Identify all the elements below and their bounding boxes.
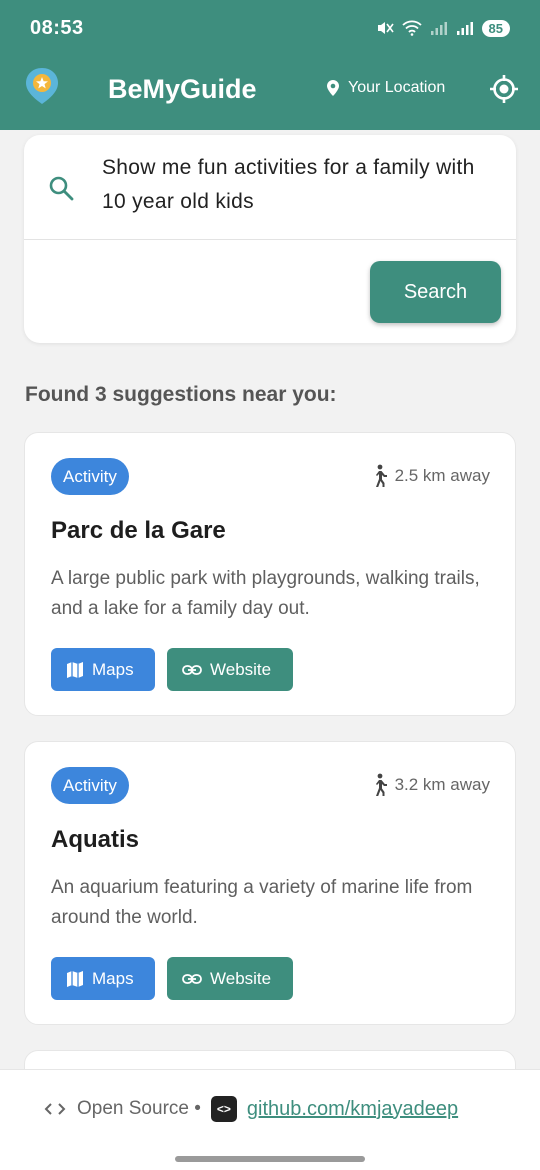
walking-icon — [375, 464, 387, 487]
search-row: Show me fun activities for a family with… — [24, 135, 516, 240]
search-input[interactable]: Show me fun activities for a family with… — [102, 151, 502, 227]
app-bar: BeMyGuide Your Location — [0, 56, 540, 130]
app-title: BeMyGuide — [108, 74, 257, 104]
maps-label: Maps — [92, 968, 134, 988]
footer-row: Open Source • <> github.com/kmjayadeep — [43, 1096, 458, 1122]
crosshair-icon[interactable] — [488, 73, 520, 105]
place-title: Parc de la Gare — [51, 517, 226, 544]
distance-label: 2.5 km away — [394, 466, 490, 485]
location-selector[interactable]: Your Location — [326, 79, 445, 97]
status-bar: 08:53 85 — [0, 0, 540, 56]
github-link[interactable]: github.com/kmjayadeep — [247, 1098, 458, 1121]
distance-info: 2.5 km away — [371, 464, 490, 488]
search-card: Show me fun activities for a family with… — [24, 135, 516, 343]
website-label: Website — [210, 659, 272, 679]
walking-icon — [375, 773, 387, 796]
mute-icon — [377, 22, 394, 34]
code-brackets-icon — [44, 1103, 66, 1115]
battery-indicator: 85 — [481, 19, 510, 37]
status-icons: 85 — [376, 19, 510, 37]
distance-label: 3.2 km away — [394, 775, 490, 794]
category-badge: Activity — [51, 767, 129, 804]
place-description: An aquarium featuring a variety of marin… — [51, 877, 473, 928]
link-icon — [182, 973, 202, 984]
status-time: 08:53 — [30, 16, 84, 39]
wifi-icon — [401, 20, 422, 36]
category-badge: Activity — [51, 458, 129, 495]
maps-button[interactable]: Maps — [51, 648, 155, 691]
maps-button[interactable]: Maps — [51, 957, 155, 1000]
place-title: Aquatis — [51, 826, 140, 853]
result-card: Activity 2.5 km away Parc de la Gare A l… — [24, 432, 516, 716]
signal-icon-2 — [456, 22, 473, 35]
app-screen: 08:53 85 BeMyGuide Your Location Show me… — [0, 0, 540, 1170]
signal-icon-1 — [430, 22, 447, 35]
maps-label: Maps — [92, 659, 134, 679]
place-description: A large public park with playgrounds, wa… — [51, 568, 480, 619]
website-button[interactable]: Website — [167, 648, 293, 691]
link-icon — [182, 664, 202, 675]
location-label: Your Location — [348, 79, 446, 96]
results-heading: Found 3 suggestions near you: — [25, 383, 337, 406]
distance-info: 3.2 km away — [371, 773, 490, 797]
map-pin-star-icon — [26, 68, 58, 104]
home-indicator[interactable] — [175, 1156, 365, 1162]
code-brackets-icon: <> — [210, 1096, 237, 1122]
map-icon — [67, 661, 83, 678]
footer: Open Source • <> github.com/kmjayadeep — [0, 1069, 540, 1170]
website-label: Website — [210, 968, 272, 988]
website-button[interactable]: Website — [167, 957, 293, 1000]
map-icon — [67, 970, 83, 987]
result-card: Activity 3.2 km away Aquatis An aquarium… — [24, 741, 516, 1025]
search-button[interactable]: Search — [370, 261, 501, 323]
location-pin-icon — [327, 80, 339, 96]
open-source-label: Open Source • — [77, 1098, 201, 1119]
search-icon — [49, 176, 74, 201]
